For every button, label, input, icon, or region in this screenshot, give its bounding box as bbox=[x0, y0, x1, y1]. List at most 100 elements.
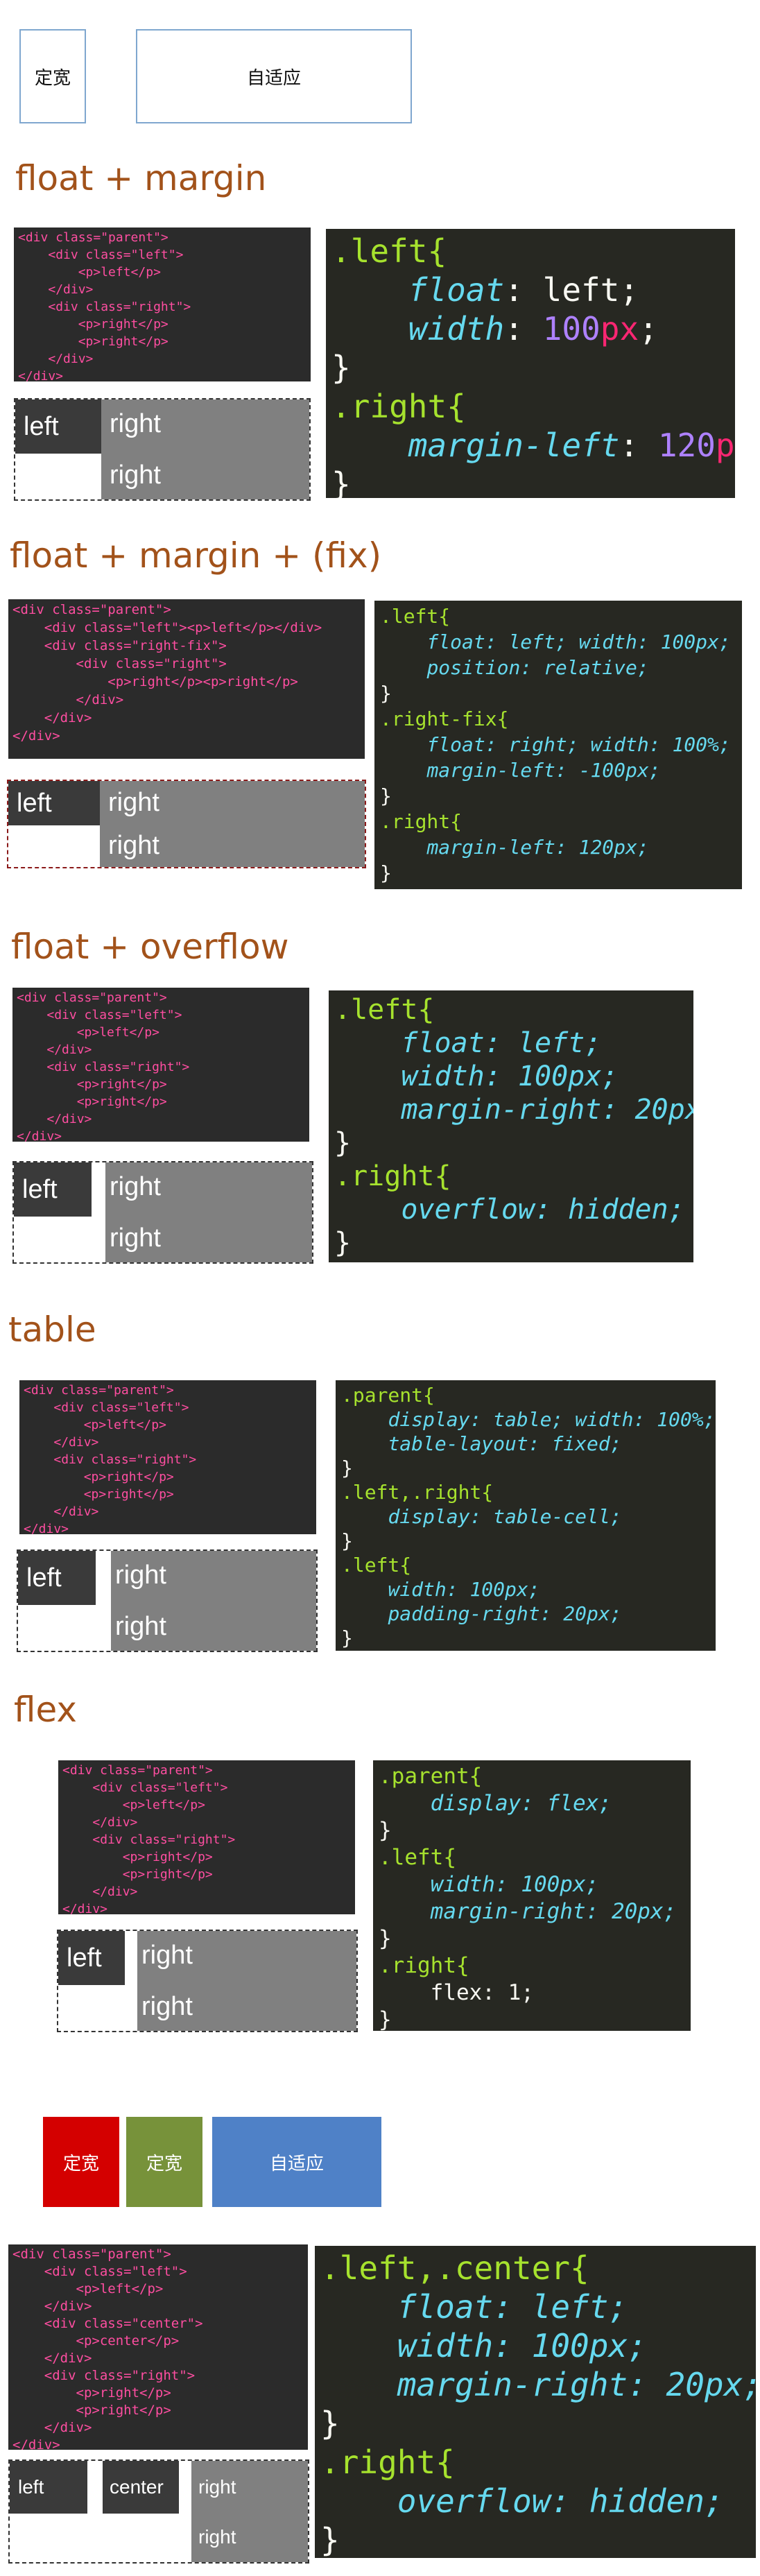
code-token: </div> bbox=[53, 1504, 99, 1519]
code-token: </div> bbox=[44, 2299, 92, 2314]
result-left-label: left bbox=[24, 411, 59, 441]
code-token: <div class="right"> bbox=[92, 1832, 236, 1847]
code-token: .right{ bbox=[380, 810, 463, 833]
result-demo-6: left center right right bbox=[8, 2459, 309, 2564]
code-token: <div class="left"> bbox=[46, 1008, 182, 1022]
code-token: width: 100px; bbox=[430, 1872, 599, 1897]
code-line: <p>right</p> bbox=[62, 1848, 351, 1866]
code-token: } bbox=[334, 1227, 352, 1259]
result-left-block: left bbox=[14, 1162, 92, 1217]
code-token: </div> bbox=[44, 2351, 92, 2366]
code-line: } bbox=[334, 1126, 688, 1160]
code-line: </div> bbox=[62, 1900, 351, 1914]
adaptive-label: 自适应 bbox=[269, 2152, 324, 2174]
code-token: flex: 1; bbox=[430, 1980, 534, 2005]
code-token: <div class="left"><p>left</p></div> bbox=[44, 620, 322, 635]
code-token: .right{ bbox=[320, 2444, 455, 2481]
code-token: float bbox=[408, 271, 505, 309]
code-line: <div class="right"> bbox=[18, 298, 306, 316]
code-line: <div class="left"> bbox=[62, 1779, 351, 1796]
code-token: <div class="right"> bbox=[46, 1060, 190, 1074]
code-token: <p>right</p> bbox=[76, 2385, 171, 2401]
code-line: <p>right</p> bbox=[24, 1468, 312, 1486]
code-token: <div class="left"> bbox=[48, 248, 184, 262]
code-line: } bbox=[331, 348, 729, 387]
code-token: } bbox=[341, 1457, 353, 1479]
code-line: margin-left: -100px; bbox=[380, 757, 736, 783]
code-line: </div> bbox=[12, 709, 361, 727]
result-demo-3: left right right bbox=[12, 1161, 313, 1264]
result-right-label: right bbox=[115, 1561, 166, 1590]
code-line: <p>left</p> bbox=[62, 1796, 351, 1814]
code-token: <p>right</p> bbox=[83, 1487, 174, 1502]
code-token: </div> bbox=[18, 369, 64, 381]
code-line: </div> bbox=[17, 1110, 305, 1128]
code-token: <div class="right"> bbox=[44, 2368, 196, 2383]
code-token: .left{ bbox=[380, 605, 451, 628]
css-code-panel-4: .parent{ display: table; width: 100%; ta… bbox=[336, 1380, 716, 1651]
fixed-width-label: 定宽 bbox=[146, 2152, 182, 2174]
result-demo-4: left right right bbox=[17, 1549, 318, 1652]
code-line: .right{ bbox=[379, 1952, 685, 1980]
code-line: </div> bbox=[12, 727, 361, 745]
code-line: <div class="left"> bbox=[24, 1399, 312, 1416]
code-line: display: flex; bbox=[379, 1790, 685, 1817]
code-token: table-layout: fixed; bbox=[388, 1432, 622, 1455]
code-line: </div> bbox=[12, 2298, 304, 2315]
code-line: } bbox=[331, 465, 729, 498]
code-token: .parent{ bbox=[341, 1384, 435, 1407]
code-token: width: 100px; bbox=[401, 1061, 619, 1092]
code-line: flex: 1; bbox=[379, 1980, 685, 2007]
code-token: <div class="parent"> bbox=[24, 1383, 174, 1398]
code-token: width: 100px; bbox=[397, 2327, 647, 2364]
code-line: float: left; bbox=[334, 1027, 688, 1060]
result-right-label: right bbox=[110, 409, 161, 438]
code-token: <div class="left"> bbox=[92, 1780, 228, 1795]
code-token: <div class="right"> bbox=[48, 300, 191, 314]
code-token: ; bbox=[639, 310, 658, 347]
code-token: <p>right</p> bbox=[122, 1850, 213, 1864]
code-token: } bbox=[341, 1529, 353, 1552]
code-token: .parent{ bbox=[379, 1764, 483, 1789]
code-token: </div> bbox=[44, 710, 92, 725]
code-token: </div> bbox=[12, 728, 60, 744]
code-line: <p>right</p> bbox=[17, 1093, 305, 1110]
code-line: float: right; width: 100%; bbox=[380, 732, 736, 757]
code-token: .left{ bbox=[331, 232, 447, 270]
code-token: <p>left</p> bbox=[78, 265, 161, 280]
code-token: } bbox=[341, 1626, 353, 1649]
result-right-label: right bbox=[198, 2526, 236, 2548]
code-token: overflow: hidden; bbox=[401, 1194, 685, 1226]
fixed-width-box-olive: 定宽 bbox=[126, 2117, 202, 2207]
code-token: </div> bbox=[44, 2420, 92, 2435]
adaptive-box: 自适应 bbox=[136, 29, 412, 123]
code-line: </div> bbox=[24, 1520, 312, 1534]
code-token: overflow: hidden; bbox=[397, 2482, 724, 2520]
code-line: <div class="right"> bbox=[62, 1831, 351, 1848]
code-token: <div class="parent"> bbox=[62, 1763, 213, 1778]
code-token: .right{ bbox=[331, 388, 466, 425]
result-left-label: left bbox=[17, 788, 52, 818]
code-token: px bbox=[600, 310, 639, 347]
code-token: .left,.right{ bbox=[341, 1481, 494, 1504]
code-token: } bbox=[379, 1926, 392, 1951]
result-left-block: left bbox=[15, 400, 101, 454]
code-line: </div> bbox=[62, 1814, 351, 1831]
code-line: <p>right</p> bbox=[12, 2385, 304, 2402]
code-line: .left{ bbox=[380, 603, 736, 629]
code-token: </div> bbox=[76, 692, 124, 707]
code-token: </div> bbox=[92, 1884, 138, 1899]
code-line: .left{ bbox=[331, 232, 729, 271]
code-line: <p>left</p> bbox=[17, 1024, 305, 1041]
result-demo-5: left right right bbox=[57, 1930, 358, 2032]
code-line: </div> bbox=[12, 2350, 304, 2367]
code-token: <p>right</p> bbox=[76, 2403, 171, 2418]
code-token: <p>center</p> bbox=[76, 2333, 180, 2349]
code-token: float: left; bbox=[401, 1027, 602, 1059]
result-right-label: right bbox=[110, 1172, 161, 1201]
html-code-panel-4: <div class="parent"> <div class="left"> … bbox=[19, 1380, 316, 1534]
code-line: float: left; bbox=[320, 2287, 750, 2326]
code-token: display: table-cell; bbox=[388, 1505, 622, 1528]
code-line: <p>right</p> bbox=[12, 2402, 304, 2419]
code-line: <p>center</p> bbox=[12, 2333, 304, 2350]
